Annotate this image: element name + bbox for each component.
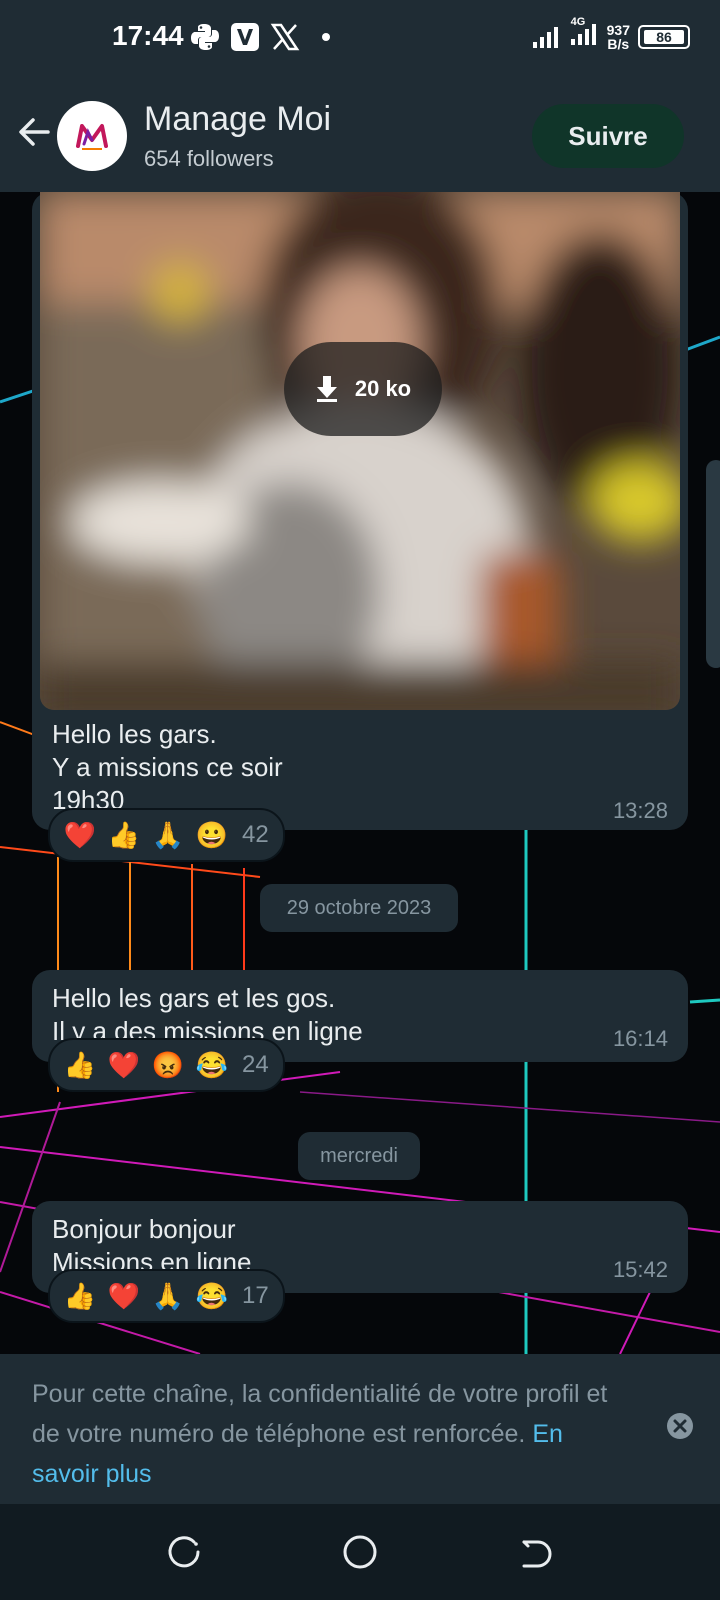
x-icon	[270, 23, 300, 51]
system-nav-bar	[0, 1504, 720, 1600]
home-icon[interactable]	[340, 1532, 380, 1572]
battery-level: 86	[644, 29, 684, 45]
close-icon[interactable]	[666, 1412, 694, 1440]
reaction-heart: ❤️	[63, 819, 97, 850]
privacy-notice: Pour cette chaîne, la confidentialité de…	[0, 1354, 720, 1504]
reaction-laugh: 😂	[195, 1280, 229, 1311]
reaction-count: 24	[242, 1051, 269, 1078]
recent-apps-icon[interactable]	[164, 1532, 204, 1572]
reaction-pray: 🙏	[151, 819, 185, 850]
channel-name[interactable]: Manage Moi	[144, 100, 331, 139]
signal-4g-group: 4G	[569, 16, 599, 51]
network-type: 4G	[570, 16, 586, 28]
v-app-icon	[231, 23, 259, 51]
back-icon[interactable]	[516, 1532, 556, 1572]
status-time: 17:44	[112, 20, 184, 51]
download-arrow-icon	[316, 376, 337, 402]
message-time: 13:28	[612, 798, 668, 823]
reaction-count: 42	[242, 821, 269, 848]
followers-count: 654 followers	[144, 146, 274, 171]
manage-moi-logo-icon	[76, 124, 108, 150]
date-separator: 29 octobre 2023	[260, 884, 458, 932]
follow-button[interactable]: Suivre	[532, 104, 684, 168]
channel-avatar[interactable]	[57, 101, 127, 171]
message-bubble[interactable]: 20 ko Hello les gars. Y a missions ce so…	[32, 192, 688, 830]
reaction-angry: 😡	[151, 1049, 185, 1080]
reaction-pray: 🙏	[151, 1280, 185, 1311]
download-button[interactable]: 20 ko	[284, 342, 442, 436]
reaction-thumbs-up: 👍	[107, 819, 141, 850]
reactions-bar[interactable]: 👍 ❤️ 😡 😂 24	[48, 1038, 285, 1092]
channel-header: Manage Moi 654 followers Suivre	[0, 80, 720, 192]
scroll-handle[interactable]	[706, 460, 720, 668]
reaction-thumbs-up: 👍	[63, 1049, 97, 1080]
reaction-thumbs-up: 👍	[63, 1280, 97, 1311]
back-arrow-icon[interactable]	[14, 112, 54, 152]
reaction-grin: 😀	[195, 819, 229, 850]
status-bar: 17:44 4G 937 B/s 86	[0, 0, 720, 80]
reaction-heart: ❤️	[107, 1280, 141, 1311]
reaction-heart: ❤️	[107, 1049, 141, 1080]
chat-area[interactable]: 20 ko Hello les gars. Y a missions ce so…	[0, 192, 720, 1354]
battery-indicator: 86	[638, 24, 690, 49]
message-time: 15:42	[612, 1257, 668, 1282]
more-notifications-dot	[322, 33, 330, 41]
network-speed: 937 B/s	[607, 23, 630, 51]
message-image[interactable]: 20 ko	[40, 192, 680, 710]
whatsapp-channel-screen: 17:44 4G 937 B/s 86 Manage Moi 654 follo…	[0, 0, 720, 1600]
message-text: Hello les gars. Y a missions ce soir 19h…	[52, 719, 283, 815]
reaction-count: 17	[242, 1282, 269, 1309]
reactions-bar[interactable]: 👍 ❤️ 🙏 😂 17	[48, 1269, 285, 1323]
message-time: 16:14	[612, 1026, 668, 1051]
notification-icons	[190, 22, 330, 52]
speed-unit: B/s	[607, 35, 630, 52]
notice-text: Pour cette chaîne, la confidentialité de…	[32, 1374, 612, 1494]
signal-icon	[532, 26, 558, 48]
date-separator: mercredi	[298, 1132, 420, 1180]
reactions-bar[interactable]: ❤️ 👍 🙏 😀 42	[48, 808, 285, 862]
blurred-photo	[40, 192, 680, 710]
notice-body: Pour cette chaîne, la confidentialité de…	[32, 1380, 608, 1448]
download-size: 20 ko	[354, 376, 412, 401]
python-icon	[191, 24, 219, 50]
reaction-laugh: 😂	[195, 1049, 229, 1080]
speed-value: 937	[606, 21, 630, 38]
status-indicators: 4G 937 B/s 86	[531, 16, 690, 51]
